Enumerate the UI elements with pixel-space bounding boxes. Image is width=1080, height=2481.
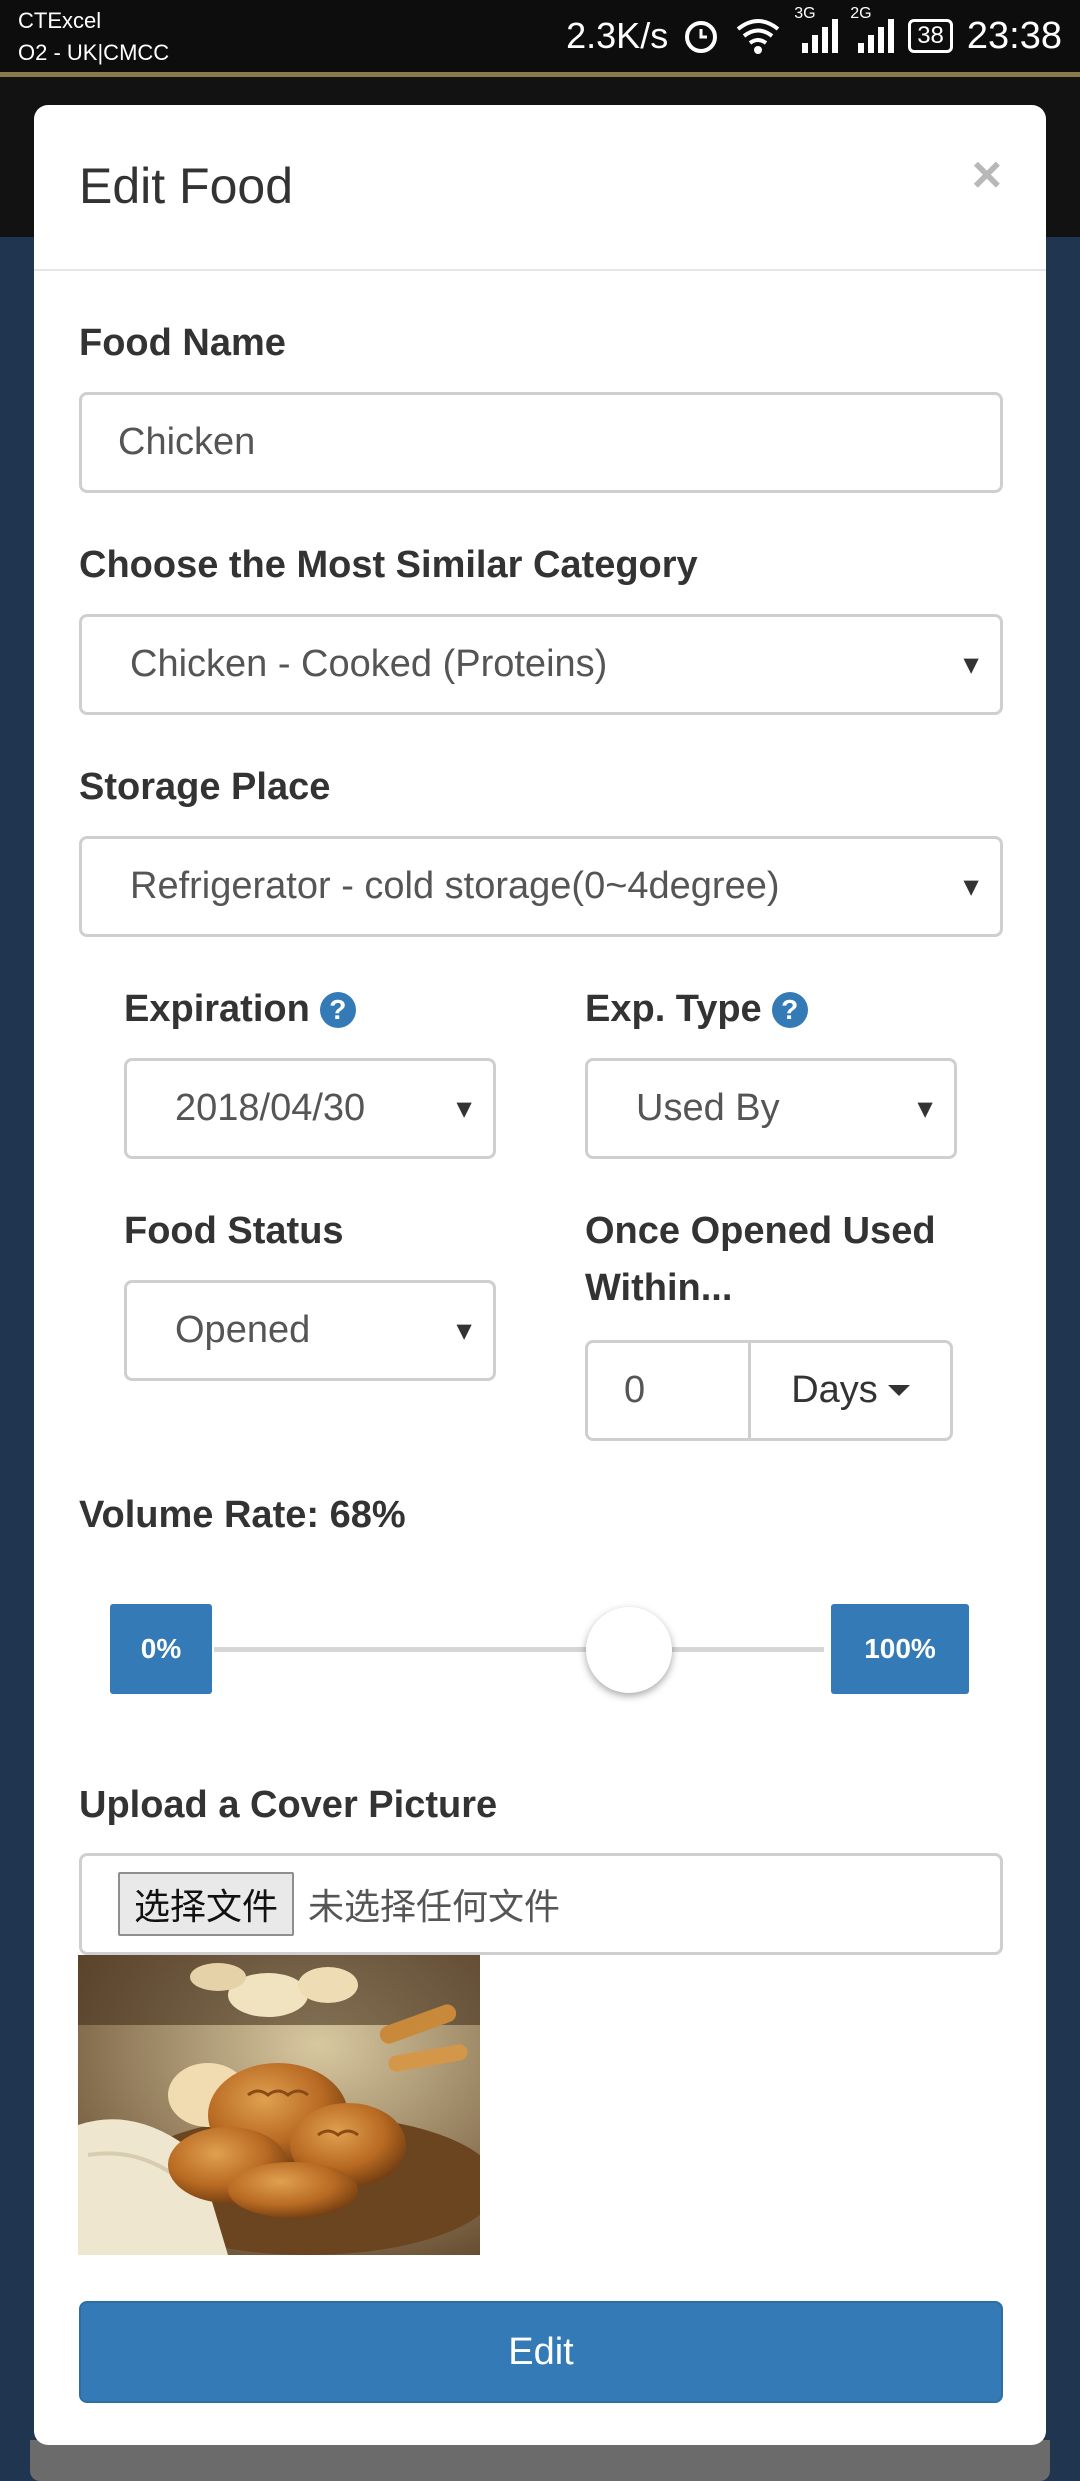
help-icon[interactable]: ? bbox=[771, 992, 808, 1028]
wifi-icon bbox=[734, 17, 782, 55]
dropdown-arrow-icon: ▼ bbox=[912, 1093, 938, 1123]
storage-label: Storage Place bbox=[79, 766, 331, 808]
network-2g-label: 2G bbox=[850, 5, 872, 22]
exp-type-label-text: Exp. Type bbox=[585, 988, 762, 1030]
food-name-label: Food Name bbox=[79, 322, 286, 364]
help-icon[interactable]: ? bbox=[319, 992, 356, 1028]
category-label: Choose the Most Similar Category bbox=[79, 544, 698, 586]
dropdown-arrow-icon: ▼ bbox=[451, 1093, 477, 1123]
storage-select[interactable]: Refrigerator - cold storage(0~4degree) ▼ bbox=[79, 836, 1003, 937]
food-name-value: Chicken bbox=[118, 421, 256, 463]
modal-shadow bbox=[30, 2440, 1050, 2481]
expiration-label: Expiration? bbox=[124, 981, 356, 1038]
dropdown-arrow-icon: ▼ bbox=[958, 871, 984, 901]
volume-slider-track[interactable] bbox=[214, 1647, 824, 1652]
modal-header: Edit Food × bbox=[34, 105, 1046, 271]
once-opened-label-line2: Within... bbox=[585, 1267, 733, 1309]
food-status-label: Food Status bbox=[124, 1210, 344, 1252]
carrier-network: O2 - UK|CMCC bbox=[18, 40, 170, 65]
dropdown-arrow-icon: ▼ bbox=[958, 649, 984, 679]
food-name-input[interactable]: Chicken bbox=[79, 392, 1003, 493]
food-status-select[interactable]: Opened ▼ bbox=[124, 1280, 496, 1381]
dropdown-arrow-icon: ▼ bbox=[451, 1315, 477, 1345]
expiration-label-text: Expiration bbox=[124, 988, 310, 1030]
once-opened-input[interactable]: 0 bbox=[588, 1343, 751, 1438]
food-status-value: Opened bbox=[175, 1309, 311, 1351]
cover-picture-preview bbox=[78, 1955, 480, 2255]
category-select[interactable]: Chicken - Cooked (Proteins) ▼ bbox=[79, 614, 1003, 715]
volume-rate-label: Volume Rate: 68% bbox=[79, 1494, 406, 1536]
edit-submit-button[interactable]: Edit bbox=[79, 2301, 1003, 2403]
status-bar: CTExcel O2 - UK|CMCC 2.3K/s 3G 2G 38 23:… bbox=[0, 0, 1080, 72]
signal-2g-icon: 2G bbox=[850, 5, 895, 55]
category-value: Chicken - Cooked (Proteins) bbox=[130, 643, 608, 685]
expiration-value: 2018/04/30 bbox=[175, 1087, 366, 1129]
battery-icon: 38 bbox=[908, 19, 953, 53]
file-status-text: 未选择任何文件 bbox=[308, 1887, 561, 1928]
network-3g-label: 3G bbox=[794, 5, 816, 22]
exp-type-value: Used By bbox=[636, 1087, 780, 1129]
once-opened-input-group: 0 Days bbox=[585, 1340, 953, 1441]
modal-title: Edit Food bbox=[79, 158, 294, 214]
exp-type-label: Exp. Type? bbox=[585, 981, 808, 1038]
network-speed: 2.3K/s bbox=[566, 15, 669, 56]
slider-max-label: 100% bbox=[831, 1604, 969, 1694]
alarm-icon bbox=[682, 17, 720, 55]
once-opened-label: Once Opened Used Within... bbox=[585, 1203, 936, 1317]
days-dropdown-button[interactable]: Days bbox=[751, 1343, 950, 1438]
clock: 23:38 bbox=[966, 14, 1062, 57]
once-opened-label-line1: Once Opened Used bbox=[585, 1210, 936, 1252]
close-button[interactable]: × bbox=[972, 145, 1002, 205]
slider-min-label: 0% bbox=[110, 1604, 212, 1694]
file-input[interactable]: 选择文件 未选择任何文件 bbox=[79, 1853, 1003, 1955]
choose-file-button[interactable]: 选择文件 bbox=[118, 1872, 295, 1936]
exp-type-select[interactable]: Used By ▼ bbox=[585, 1058, 957, 1159]
volume-slider-handle[interactable] bbox=[585, 1607, 672, 1693]
caret-down-icon bbox=[887, 1385, 910, 1396]
days-label: Days bbox=[791, 1369, 878, 1411]
expiration-select[interactable]: 2018/04/30 ▼ bbox=[124, 1058, 496, 1159]
carrier-name: CTExcel bbox=[18, 8, 102, 33]
upload-label: Upload a Cover Picture bbox=[79, 1784, 498, 1826]
signal-3g-icon: 3G bbox=[794, 5, 839, 55]
storage-value: Refrigerator - cold storage(0~4degree) bbox=[130, 865, 780, 907]
